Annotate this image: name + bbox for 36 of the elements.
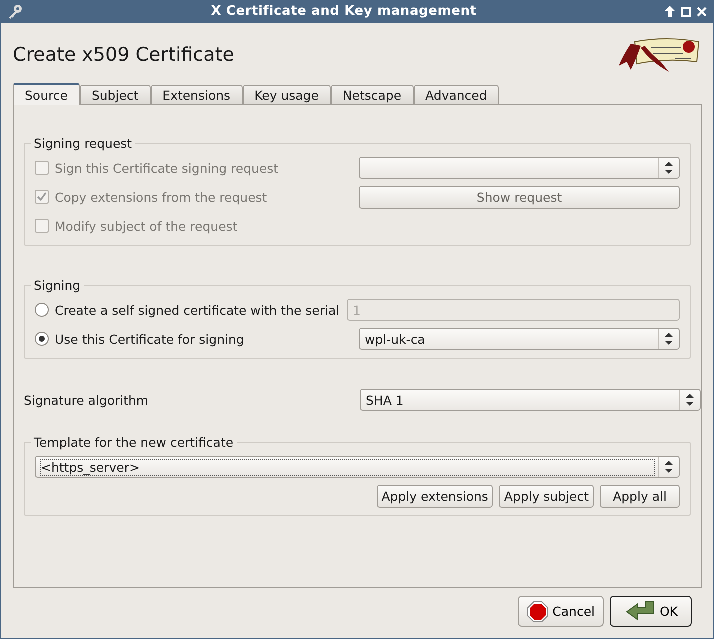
- group-title: Template for the new certificate: [33, 435, 235, 450]
- tab[interactable]: Extensions: [150, 85, 243, 104]
- checkbox-label: Sign this Certificate signing request: [55, 160, 279, 176]
- radio-button[interactable]: [35, 303, 49, 317]
- keep-above-icon[interactable]: [665, 6, 675, 18]
- apply-button[interactable]: Apply extensions: [376, 484, 494, 508]
- template-select[interactable]: <https_server>: [35, 456, 680, 478]
- cancel-button[interactable]: Cancel: [518, 596, 604, 627]
- algorithm-select[interactable]: SHA 1: [360, 389, 701, 411]
- radio-label: Use this Certificate for signing: [55, 332, 244, 346]
- return-arrow-icon: [624, 600, 656, 624]
- request-select[interactable]: [359, 157, 680, 179]
- tab[interactable]: Key usage: [242, 85, 331, 104]
- tab[interactable]: Netscape: [330, 85, 414, 104]
- window-title: X Certificate and Key management: [210, 4, 478, 20]
- tab[interactable]: Subject: [80, 85, 151, 104]
- key-icon: [7, 4, 23, 20]
- radio-label: Create a self signed certificate with the serial: [55, 302, 340, 318]
- tab[interactable]: Source: [13, 83, 80, 105]
- checkbox-label: Copy extensions from the request: [55, 190, 268, 204]
- stop-icon: [526, 600, 549, 622]
- radio-button[interactable]: [35, 332, 49, 346]
- field-label: Signature algorithm: [24, 392, 149, 408]
- ok-button[interactable]: OK: [610, 596, 692, 627]
- group-title: Signing: [33, 278, 82, 293]
- checkbox-label: Modify subject of the request: [55, 218, 238, 234]
- dialog-heading: Create x509 Certificate: [13, 44, 234, 66]
- close-icon[interactable]: [697, 6, 707, 17]
- scroll-logo-icon: [617, 36, 701, 74]
- maximize-icon[interactable]: [681, 6, 691, 17]
- apply-button[interactable]: Apply subject: [499, 484, 594, 508]
- tab[interactable]: Advanced: [414, 85, 500, 104]
- group-title: Signing request: [33, 136, 134, 151]
- certificate-select[interactable]: wpl-uk-ca: [359, 328, 680, 350]
- apply-button[interactable]: Apply all: [600, 484, 680, 508]
- show-request-button[interactable]: Show request: [359, 186, 680, 208]
